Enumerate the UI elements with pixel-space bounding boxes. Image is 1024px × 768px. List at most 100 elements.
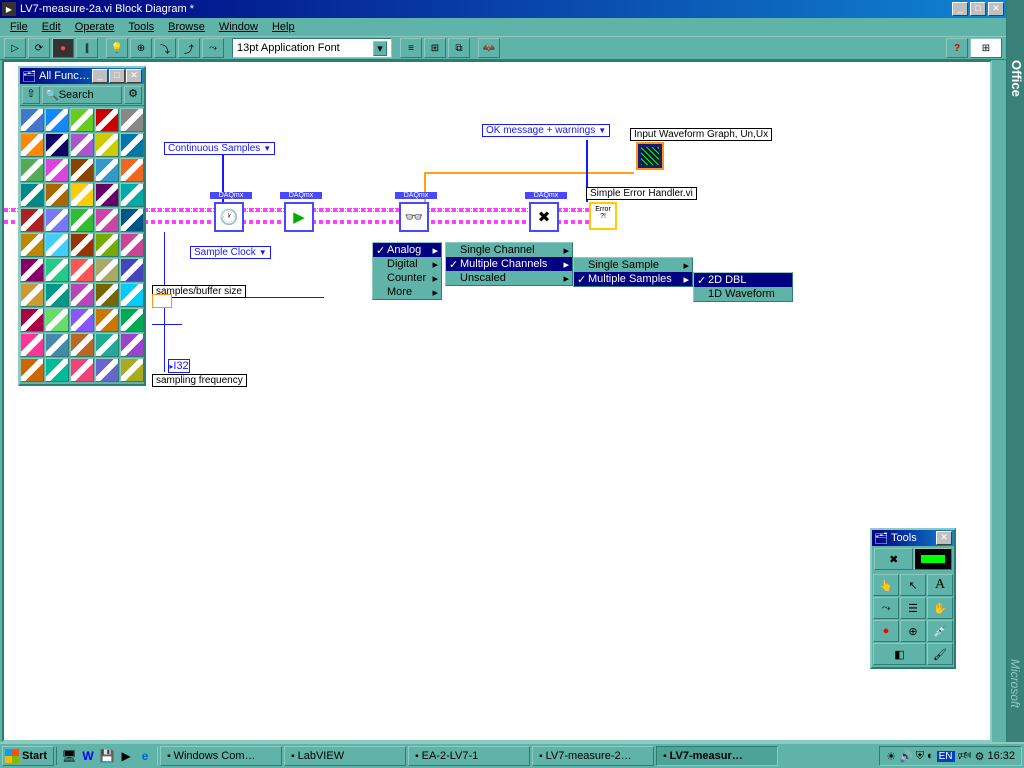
quick-desktop-icon[interactable]: 🖥: [60, 747, 78, 765]
ok-message-const[interactable]: OK message + warnings: [482, 124, 610, 137]
text-tool-icon[interactable]: A: [927, 574, 953, 596]
palette-icon[interactable]: [95, 258, 119, 282]
tools-close[interactable]: ✕: [936, 531, 952, 545]
palette-icon[interactable]: [70, 208, 94, 232]
menu-tool-icon[interactable]: ☰: [900, 597, 926, 619]
tray-icon[interactable]: 🕬: [958, 747, 972, 766]
quick-wmp-icon[interactable]: ▶: [117, 747, 135, 765]
palette-icon[interactable]: [45, 358, 69, 382]
palette-icon[interactable]: [70, 258, 94, 282]
palette-icon[interactable]: [120, 208, 144, 232]
continuous-samples-const[interactable]: Continuous Samples: [164, 142, 275, 155]
palette-icon[interactable]: [120, 258, 144, 282]
tray-icon[interactable]: ◐: [927, 750, 934, 762]
palette-icon[interactable]: [95, 133, 119, 157]
daq-start-node[interactable]: ▶: [284, 202, 314, 232]
palette-options[interactable]: ⚙: [124, 86, 142, 104]
context-menu-2[interactable]: Single Channel▸✓Multiple Channels▸Unscal…: [445, 242, 573, 286]
step-into-button[interactable]: ⤵: [154, 38, 176, 58]
palette-icon[interactable]: [95, 233, 119, 257]
scroll-tool-icon[interactable]: ✋: [927, 597, 953, 619]
vi-icon[interactable]: ⊞: [970, 38, 1002, 58]
palette-icon[interactable]: [120, 233, 144, 257]
block-diagram-canvas[interactable]: Continuous Samples Sample Clock samples/…: [2, 60, 992, 742]
palette-icon[interactable]: [45, 333, 69, 357]
palette-icon[interactable]: [20, 308, 44, 332]
daq-timing-node[interactable]: 🕐: [214, 202, 244, 232]
palette-icon[interactable]: [120, 158, 144, 182]
menu-item[interactable]: ✓Analog▸: [373, 243, 441, 257]
palette-icon[interactable]: [45, 308, 69, 332]
palette-icon[interactable]: [70, 358, 94, 382]
palette-icon[interactable]: [120, 183, 144, 207]
menu-item[interactable]: ✓Multiple Samples▸: [574, 272, 692, 286]
quick-ie-icon[interactable]: e: [136, 747, 154, 765]
palette-icon[interactable]: [20, 333, 44, 357]
auto-tool-icon[interactable]: ✖: [874, 548, 913, 570]
menu-item[interactable]: More▸: [373, 285, 441, 299]
sample-clock-const[interactable]: Sample Clock: [190, 246, 271, 259]
tools-palette[interactable]: 🗂 Tools ✕ ✖ 👆 ↖ A ⤳ ☰ ✋ ● ⊕ 💉 ◧ 🖌: [870, 528, 956, 669]
close-button[interactable]: ✕: [988, 2, 1004, 16]
help-button[interactable]: ?: [946, 38, 968, 58]
palette-icon[interactable]: [20, 158, 44, 182]
menu-edit[interactable]: Edit: [36, 20, 67, 34]
context-menu-4[interactable]: ✓2D DBL1D Waveform: [693, 272, 793, 302]
retain-button[interactable]: ⊕: [130, 38, 152, 58]
palette-icon[interactable]: [20, 283, 44, 307]
palette-icon[interactable]: [70, 108, 94, 132]
palette-max[interactable]: □: [109, 69, 125, 83]
palette-icon[interactable]: [95, 108, 119, 132]
highlight-button[interactable]: 💡: [106, 38, 128, 58]
cleanup-button[interactable]: 🦇: [478, 38, 500, 58]
palette-icon[interactable]: [45, 133, 69, 157]
probe-tool-icon[interactable]: ⊕: [900, 620, 926, 642]
menu-item[interactable]: Unscaled▸: [446, 271, 572, 285]
palette-icon[interactable]: [70, 158, 94, 182]
color-tool-icon[interactable]: ◧: [873, 643, 926, 665]
palette-icon[interactable]: [120, 108, 144, 132]
palette-icon[interactable]: [95, 158, 119, 182]
quick-word-icon[interactable]: W: [79, 747, 97, 765]
operate-tool-icon[interactable]: 👆: [873, 574, 899, 596]
quick-save-icon[interactable]: 💾: [98, 747, 116, 765]
palette-icon[interactable]: [45, 158, 69, 182]
color-copy-tool-icon[interactable]: 💉: [927, 620, 953, 642]
palette-icon[interactable]: [70, 283, 94, 307]
palette-icon[interactable]: [20, 208, 44, 232]
pause-button[interactable]: ∥: [76, 38, 98, 58]
palette-icon[interactable]: [45, 108, 69, 132]
palette-icon[interactable]: [120, 333, 144, 357]
taskbar-task[interactable]: ▪Windows Com…: [160, 746, 282, 766]
menu-item[interactable]: Digital▸: [373, 257, 441, 271]
run-cont-button[interactable]: ⟳: [28, 38, 50, 58]
functions-palette[interactable]: 🗂 All Func… _□✕ ⇧ 🔍 Search ⚙: [18, 66, 146, 386]
palette-icon[interactable]: [95, 208, 119, 232]
daq-clear-node[interactable]: ✖: [529, 202, 559, 232]
palette-icon[interactable]: [70, 333, 94, 357]
palette-icon[interactable]: [70, 308, 94, 332]
menu-help[interactable]: Help: [266, 20, 301, 34]
palette-icon[interactable]: [120, 283, 144, 307]
palette-icon[interactable]: [120, 358, 144, 382]
reorder-button[interactable]: ⧉: [448, 38, 470, 58]
taskbar-task[interactable]: ▪EA-2-LV7-1: [408, 746, 530, 766]
menu-operate[interactable]: Operate: [69, 20, 121, 34]
language-indicator[interactable]: EN: [937, 751, 955, 762]
position-tool-icon[interactable]: ↖: [900, 574, 926, 596]
align-button[interactable]: ≡: [400, 38, 422, 58]
menu-bar[interactable]: File Edit Operate Tools Browse Window He…: [0, 18, 1006, 36]
start-button[interactable]: Start: [2, 746, 54, 766]
palette-icon[interactable]: [45, 283, 69, 307]
office-shortcut-bar[interactable]: Office Microsoft: [1006, 0, 1024, 768]
palette-icon[interactable]: [70, 133, 94, 157]
palette-icon[interactable]: [45, 208, 69, 232]
tray-icon[interactable]: 🔊: [899, 750, 913, 763]
palette-icon[interactable]: [20, 258, 44, 282]
palette-icon[interactable]: [20, 183, 44, 207]
menu-item[interactable]: Single Sample▸: [574, 258, 692, 272]
menu-window[interactable]: Window: [213, 20, 264, 34]
context-menu-1[interactable]: ✓Analog▸Digital▸Counter▸More▸: [372, 242, 442, 300]
wire-tool-icon[interactable]: ⤳: [873, 597, 899, 619]
palette-icon[interactable]: [45, 233, 69, 257]
